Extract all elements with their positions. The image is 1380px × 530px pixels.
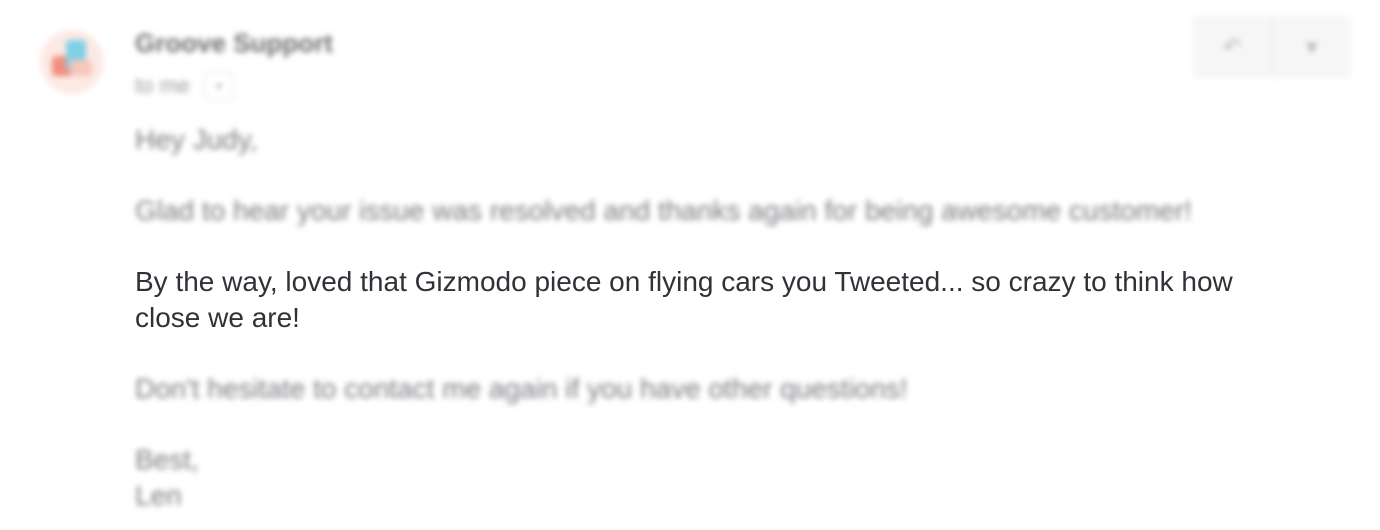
closing: Best, (135, 444, 199, 475)
sender-avatar[interactable] (40, 30, 104, 94)
email-message: Groove Support to me ▾ ↶ ▾ Hey Judy, Gla… (0, 0, 1380, 530)
sender-name[interactable]: Groove Support (135, 28, 333, 59)
chevron-down-icon: ▾ (1306, 34, 1318, 59)
resolved-line: Glad to hear your issue was resolved and… (135, 195, 1192, 226)
avatar-logo-icon (40, 30, 104, 94)
reply-icon: ↶ (1223, 34, 1242, 59)
recipient-label: to me (135, 73, 191, 98)
greeting: Hey Judy, (135, 124, 258, 155)
message-actions: ↶ ▾ (1193, 16, 1351, 78)
signature: Len (135, 480, 182, 511)
reply-button[interactable]: ↶ (1193, 16, 1272, 78)
more-actions-button[interactable]: ▾ (1271, 16, 1352, 78)
personal-line: By the way, loved that Gizmodo piece on … (135, 266, 1233, 333)
chevron-down-icon: ▾ (216, 79, 223, 93)
show-details-button[interactable]: ▾ (204, 72, 235, 100)
message-body: Hey Judy, Glad to hear your issue was re… (135, 122, 1285, 514)
contact-line: Don't hesitate to contact me again if yo… (135, 373, 908, 404)
recipient-line: to me ▾ (135, 72, 235, 100)
